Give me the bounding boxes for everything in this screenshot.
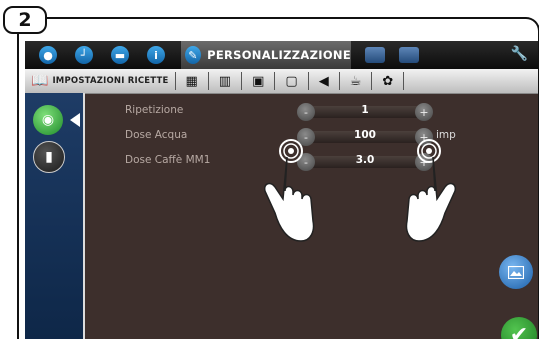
increment-button[interactable]: +	[415, 103, 433, 121]
minus-icon: -	[304, 106, 308, 119]
wrench-icon[interactable]: 🔧	[511, 46, 528, 62]
separator	[308, 72, 309, 90]
speaker-icon[interactable]: ◀	[319, 74, 329, 89]
setting-label: Dose Caffè MM1	[125, 154, 210, 166]
setting-row-ripetizione: Ripetizione 1 - +	[85, 103, 465, 121]
separator	[175, 72, 176, 90]
subtab-impostazioni-ricette[interactable]: IMPOSTAZIONI RICETTE	[52, 76, 168, 86]
top-nav-bar: ● ┘ ▬ i ✎ PERSONALIZZAZIONE 🔧	[25, 41, 538, 69]
cup-icon[interactable]: ☕	[350, 74, 362, 89]
open-book-icon[interactable]: ▥	[219, 74, 231, 89]
separator	[241, 72, 242, 90]
setting-label: Dose Acqua	[125, 129, 187, 141]
water-drop-icon[interactable]: ●	[35, 45, 61, 65]
touch-screen: ● ┘ ▬ i ✎ PERSONALIZZAZIONE 🔧 📖 IMPOSTAZ…	[25, 41, 538, 339]
separator	[403, 72, 404, 90]
book-icon[interactable]: ▬	[107, 45, 133, 65]
palette-icon[interactable]: ✿	[382, 74, 393, 89]
confirm-button[interactable]: ✔	[501, 317, 537, 339]
sub-nav-bar: 📖 IMPOSTAZIONI RICETTE ▦ ▥ ▣ ▢ ◀ ☕ ✿	[25, 69, 538, 94]
device-frame: ● ┘ ▬ i ✎ PERSONALIZZAZIONE 🔧 📖 IMPOSTAZ…	[17, 17, 539, 339]
tap-hand-icon	[245, 137, 315, 247]
setting-value: 1	[311, 104, 419, 116]
image-icon	[508, 266, 524, 279]
setting-value: 3.0	[311, 154, 419, 166]
milk-bottle-icon[interactable]: ▮	[33, 141, 65, 173]
step-number-badge: 2	[3, 6, 47, 34]
tab-label: PERSONALIZZAZIONE	[207, 48, 351, 62]
recipe-book-icon[interactable]: ▦	[186, 74, 198, 89]
image-button[interactable]	[499, 255, 533, 289]
separator	[371, 72, 372, 90]
tap-hand-icon	[405, 137, 475, 247]
separator	[274, 72, 275, 90]
selection-pointer	[70, 113, 80, 127]
coffee-bean-icon[interactable]: ◉	[33, 105, 63, 135]
separator	[208, 72, 209, 90]
pencil-icon: ✎	[185, 46, 201, 64]
book-open-icon: 📖	[31, 73, 48, 89]
decrement-button[interactable]: -	[297, 103, 315, 121]
person-icon[interactable]	[399, 47, 419, 63]
setting-value: 100	[311, 129, 419, 141]
image-icon[interactable]: ▣	[252, 74, 264, 89]
clock-icon[interactable]: ┘	[71, 45, 97, 65]
tab-personalizzazione[interactable]: ✎ PERSONALIZZAZIONE	[181, 41, 351, 69]
screen-icon[interactable]: ▢	[285, 74, 297, 89]
setting-label: Ripetizione	[125, 104, 183, 116]
grid-icon[interactable]	[365, 47, 385, 63]
separator	[339, 72, 340, 90]
info-icon[interactable]: i	[143, 45, 169, 65]
plus-icon: +	[419, 106, 428, 119]
step-number: 2	[18, 9, 31, 31]
